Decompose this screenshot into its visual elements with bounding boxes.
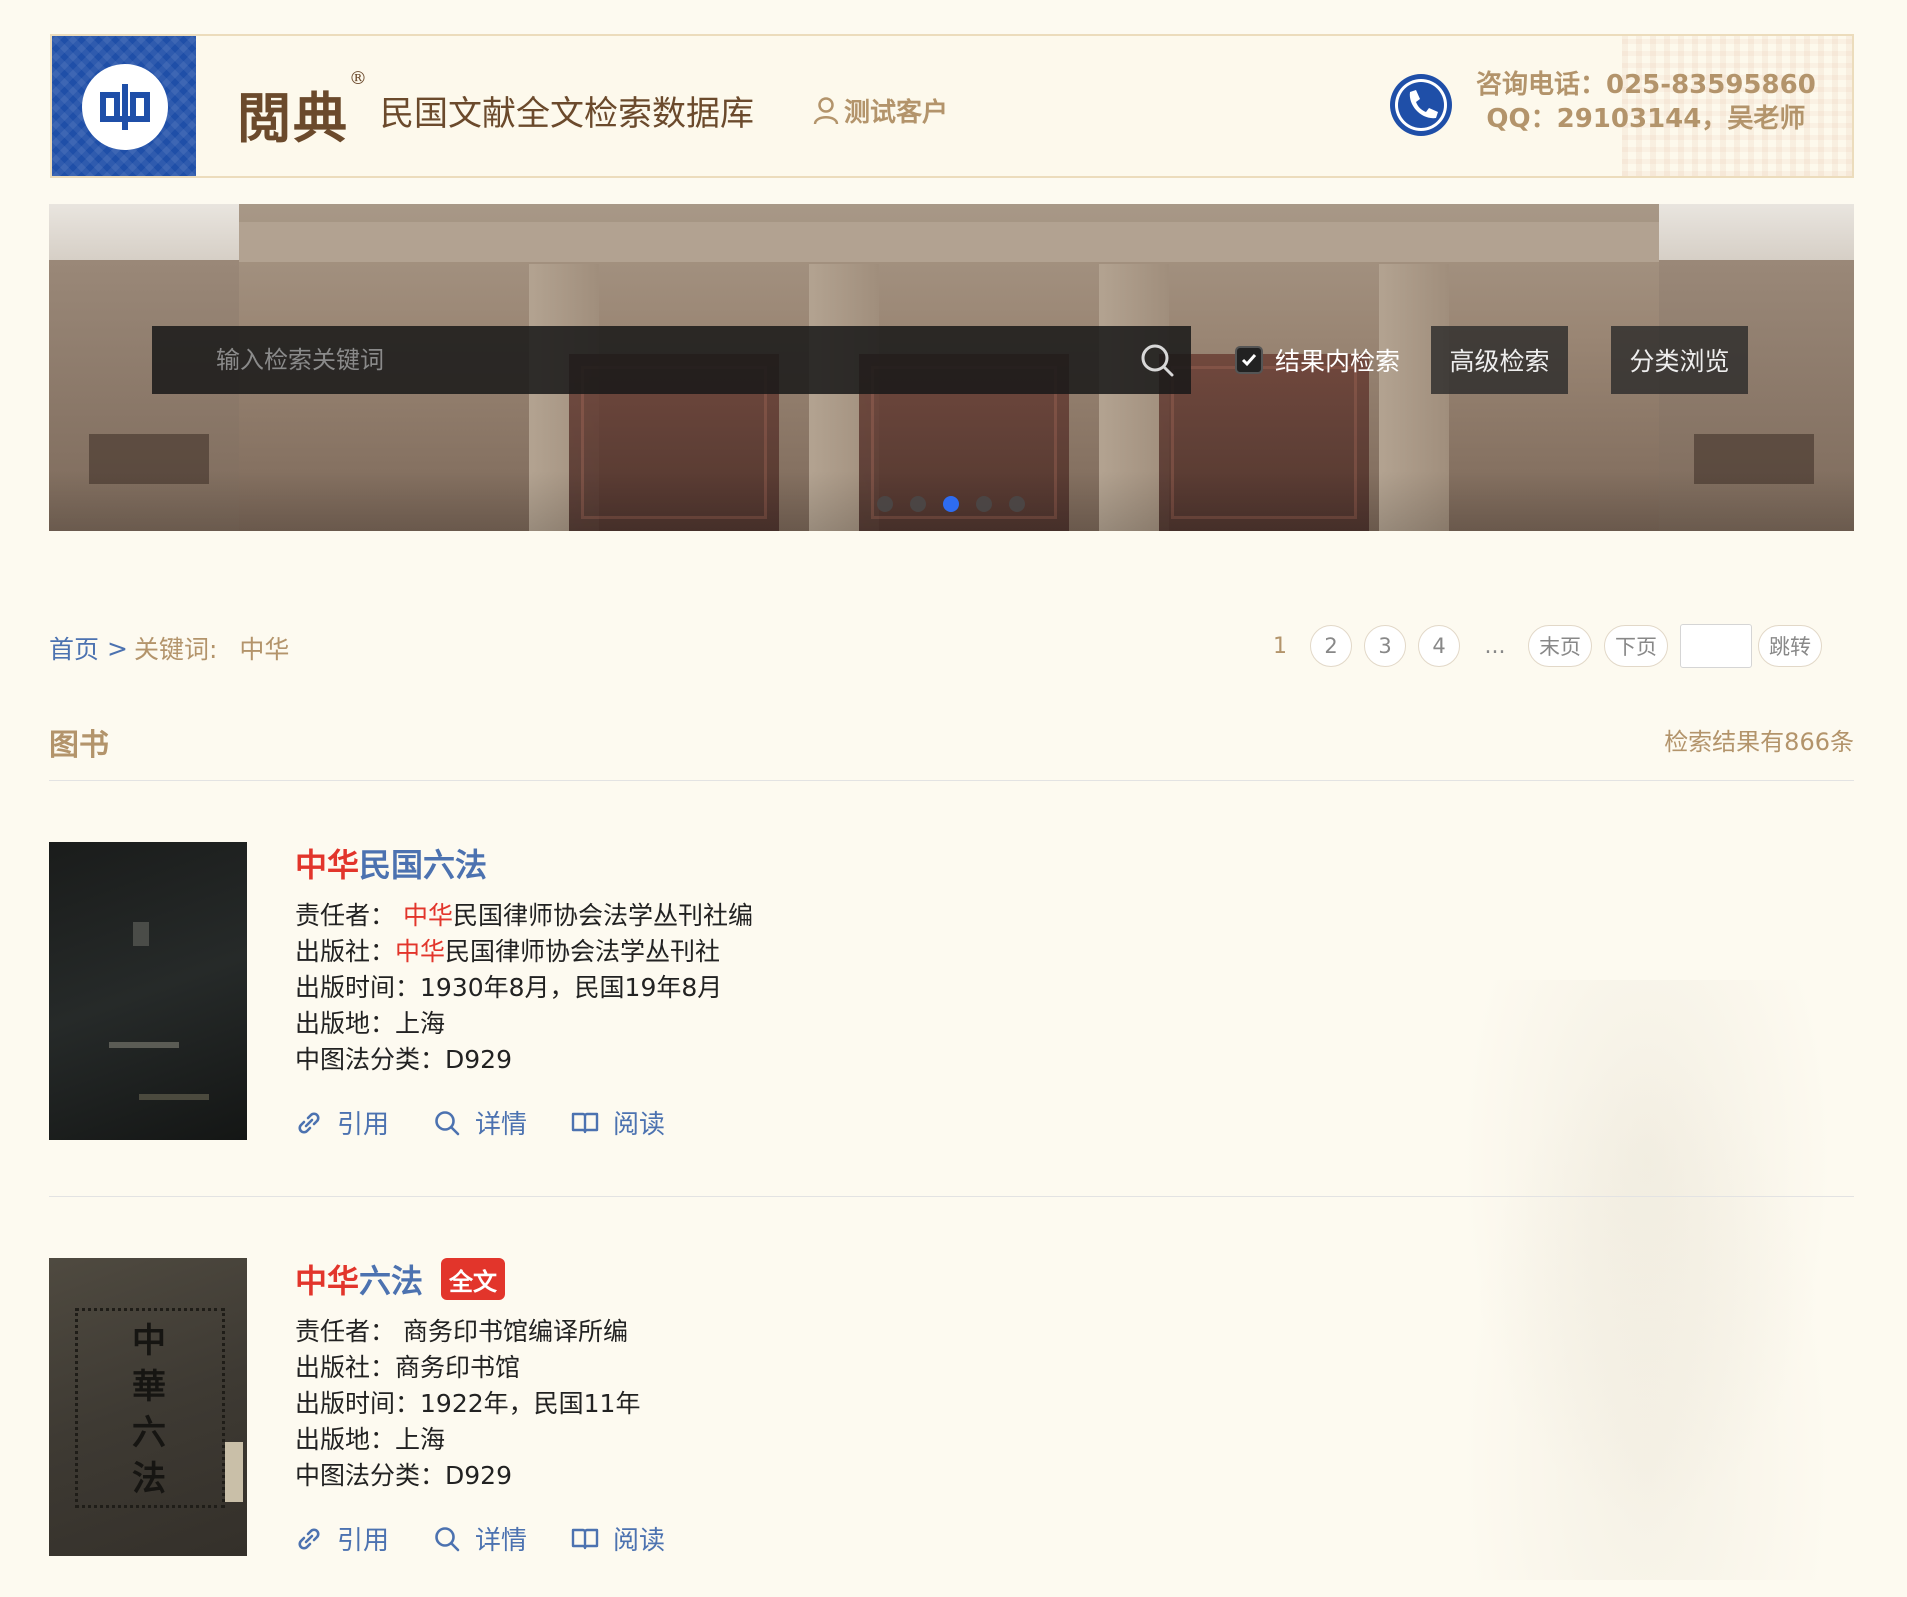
magnifier-icon <box>435 1110 460 1135</box>
user-icon <box>813 96 839 124</box>
meta-date: 出版时间：1922年，民国11年 <box>295 1389 641 1418</box>
site-logo[interactable] <box>52 36 196 176</box>
banner-roof <box>239 222 1659 262</box>
cite-button[interactable]: 引用 <box>295 1104 389 1141</box>
book-cover[interactable]: 中華六法 <box>49 1258 247 1556</box>
page-button-2[interactable]: 2 <box>1310 625 1352 667</box>
read-button[interactable]: 阅读 <box>571 1520 665 1557</box>
logo-emblem-icon <box>82 64 168 150</box>
book-meta: 责任者： 商务印书馆编译所编 出版社：商务印书馆 出版时间：1922年，民国11… <box>295 1314 709 1494</box>
check-icon <box>1241 354 1257 367</box>
hero-banner: 结果内检索 高级检索 分类浏览 <box>49 204 1854 531</box>
cite-label: 引用 <box>337 1110 390 1140</box>
section-title: 图书 <box>49 728 109 763</box>
meta-class: 中图法分类：D929 <box>295 1461 512 1490</box>
page-button-3[interactable]: 3 <box>1364 625 1406 667</box>
user-account[interactable]: 测试客户 <box>812 92 948 129</box>
meta-date: 出版时间：1930年8月，民国19年8月 <box>295 973 723 1002</box>
search-bar <box>152 326 1191 394</box>
meta-publisher: 出版社：中华民国律师协会法学丛刊社 <box>295 937 721 966</box>
pagination: 1 2 3 4 ... 末页 下页 跳转 <box>1260 624 1834 668</box>
carousel-dot-active[interactable] <box>943 496 959 512</box>
cover-title: 中華六法 <box>132 1321 166 1499</box>
link-icon <box>298 1527 320 1550</box>
read-label: 阅读 <box>613 1526 666 1556</box>
database-title: 民国文献全文检索数据库 <box>380 94 754 134</box>
contact-qq: QQ：29103144，吴老师 <box>1486 104 1806 134</box>
page-button-4[interactable]: 4 <box>1418 625 1460 667</box>
search-within-results[interactable]: 结果内检索 <box>1235 326 1400 394</box>
contact-info: 咨询电话：025-83595860 QQ：29103144，吴老师 <box>1476 68 1816 136</box>
detail-button[interactable]: 详情 <box>433 1520 527 1557</box>
meta-publisher: 出版社：商务印书馆 <box>295 1353 521 1382</box>
breadcrumb-separator: > <box>107 633 128 663</box>
book-title[interactable]: 中华 民国六法 <box>295 842 753 884</box>
book-meta: 责任者： 中华民国律师协会法学丛刊社编 出版社：中华民国律师协会法学丛刊社 出版… <box>295 898 753 1078</box>
carousel-dot[interactable] <box>1009 496 1025 512</box>
meta-place: 出版地：上海 <box>295 1425 446 1454</box>
background-watermark <box>1427 980 1867 1580</box>
carousel-dot[interactable] <box>910 496 926 512</box>
carousel-dot[interactable] <box>976 496 992 512</box>
detail-label: 详情 <box>475 1526 528 1556</box>
title-text: 六法 <box>359 1262 424 1300</box>
cite-label: 引用 <box>337 1526 390 1556</box>
contact-phone: 咨询电话：025-83595860 <box>1476 70 1816 100</box>
book-title[interactable]: 中华 六法 全文 <box>295 1258 709 1300</box>
meta-author: 责任者： 商务印书馆编译所编 <box>295 1317 628 1346</box>
book-open-icon <box>571 1528 599 1549</box>
search-within-label: 结果内检索 <box>1275 347 1401 376</box>
meta-place: 出版地：上海 <box>295 1009 446 1038</box>
read-label: 阅读 <box>613 1110 666 1140</box>
cover-tab <box>225 1442 243 1502</box>
book-actions: 引用 详情 阅读 <box>295 1520 709 1557</box>
search-icon[interactable] <box>1137 340 1177 380</box>
meta-class: 中图法分类：D929 <box>295 1045 512 1074</box>
book-cover[interactable] <box>49 842 247 1140</box>
breadcrumb-keyword-label: 关键词: <box>133 635 218 664</box>
detail-button[interactable]: 详情 <box>433 1104 527 1141</box>
title-text: 民国六法 <box>359 846 488 884</box>
title-highlight: 中华 <box>295 846 360 884</box>
carousel-indicators <box>877 496 1025 512</box>
breadcrumb: 首页 > 关键词: 中华 <box>49 630 289 666</box>
book-info: 中华 民国六法 责任者： 中华民国律师协会法学丛刊社编 出版社：中华民国律师协会法… <box>295 842 753 1141</box>
meta-author: 责任者： 中华民国律师协会法学丛刊社编 <box>295 901 753 930</box>
last-page-button[interactable]: 末页 <box>1528 625 1592 667</box>
book-actions: 引用 详情 阅读 <box>295 1104 753 1141</box>
advanced-search-button[interactable]: 高级检索 <box>1431 326 1568 394</box>
section-divider <box>49 780 1854 781</box>
book-open-icon <box>571 1112 599 1133</box>
result-count: 检索结果有866条 <box>1664 728 1854 756</box>
title-highlight: 中华 <box>295 1262 360 1300</box>
magnifier-icon <box>435 1526 460 1551</box>
full-text-badge: 全文 <box>441 1258 506 1300</box>
site-header: 閲典® 民国文献全文检索数据库 测试客户 咨询电话：025-83595860 Q… <box>50 34 1854 178</box>
detail-label: 详情 <box>475 1110 528 1140</box>
page-jump-input[interactable] <box>1680 624 1752 668</box>
phone-icon <box>1390 74 1452 136</box>
page-ellipsis: ... <box>1484 633 1506 659</box>
breadcrumb-keyword: 中华 <box>239 635 290 664</box>
read-button[interactable]: 阅读 <box>571 1104 665 1141</box>
carousel-dot[interactable] <box>877 496 893 512</box>
search-within-checkbox[interactable] <box>1235 346 1263 374</box>
record-divider <box>49 1196 1854 1197</box>
page-current: 1 <box>1273 633 1287 659</box>
user-name: 测试客户 <box>844 98 949 128</box>
cite-button[interactable]: 引用 <box>295 1520 389 1557</box>
search-input[interactable] <box>152 326 1137 394</box>
brand-name: 閲典® <box>237 68 369 150</box>
page-jump-button[interactable]: 跳转 <box>1758 625 1822 667</box>
breadcrumb-home[interactable]: 首页 <box>49 630 99 666</box>
link-icon <box>298 1111 320 1134</box>
category-browse-button[interactable]: 分类浏览 <box>1611 326 1748 394</box>
book-info: 中华 六法 全文 责任者： 商务印书馆编译所编 出版社：商务印书馆 出版时间：19… <box>295 1258 709 1557</box>
next-page-button[interactable]: 下页 <box>1604 625 1668 667</box>
